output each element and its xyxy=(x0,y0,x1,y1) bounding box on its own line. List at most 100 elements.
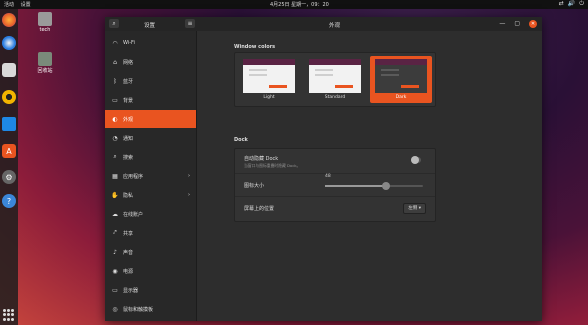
position-label: 屏幕上的位置 xyxy=(244,206,275,212)
show-applications-icon[interactable] xyxy=(3,309,15,321)
sidebar-item[interactable]: ᛒ 蓝牙 xyxy=(105,72,196,90)
system-tray[interactable]: ⇄ 🔊 ⏻ xyxy=(559,0,584,8)
help-icon[interactable]: ? xyxy=(2,194,16,208)
settings-icon[interactable]: ⚙ xyxy=(2,170,16,184)
clock[interactable]: 4月25日 星期一，09：20 xyxy=(270,1,329,8)
trash-icon xyxy=(38,52,52,66)
theme-preview xyxy=(375,59,427,93)
sidebar-item-label: 应用程序 xyxy=(123,173,144,180)
sidebar-item[interactable]: ▭ 背景 xyxy=(105,91,196,109)
mouse-icon: ◎ xyxy=(112,305,118,313)
desktop-icon-label: 回收站 xyxy=(37,68,53,74)
theme-label: Standard xyxy=(324,95,346,100)
sidebar-item-label: 通知 xyxy=(123,135,134,142)
preview-button xyxy=(401,85,419,88)
sound-icon: ♪ xyxy=(113,248,117,256)
sidebar-item[interactable]: ⌕ 搜索 xyxy=(105,148,196,166)
firefox-icon[interactable] xyxy=(2,13,16,27)
sidebar-item[interactable]: ◉ 电源 xyxy=(105,262,196,280)
dock-settings: 自动隐藏 Dock 当窗口与图标重叠时隐藏 Dock。 图标大小 48 屏幕上的… xyxy=(234,148,436,222)
sidebar-item[interactable]: ◔ 通知 xyxy=(105,129,196,147)
sidebar-item-label: 外观 xyxy=(123,116,134,123)
apps-icon: ▦ xyxy=(112,172,118,180)
sidebar-item[interactable]: ✋ 隐私 › xyxy=(105,186,196,204)
activities-button[interactable]: 活动 设置 xyxy=(4,1,31,8)
hamburger-icon: ≡ xyxy=(187,20,193,27)
theme-label: Light xyxy=(263,95,275,100)
home-folder-icon xyxy=(38,12,52,26)
search-icon: ⌕ xyxy=(113,153,117,160)
preview-line xyxy=(315,69,333,71)
appearance-panel: Window colors Light Standard Dark Dock 自动隐… xyxy=(197,31,542,321)
network-icon: ⌂ xyxy=(113,58,117,66)
sidebar-item-label: 鼠标和触摸板 xyxy=(123,306,154,313)
settings-window: ⌕ 设置 ≡ 外观 — ▢ ✕ ◠ Wi-Fi ⌂ 网络 ᛒ 蓝牙 ▭ 背景 ◐ 外观 ◔ 通知 ⌕ 搜索… xyxy=(105,17,542,321)
menu-button[interactable]: ≡ xyxy=(185,19,195,28)
display-icon: ▭ xyxy=(112,286,118,294)
sidebar-item[interactable]: ⌂ 网络 xyxy=(105,53,196,71)
minimize-button[interactable]: — xyxy=(499,20,505,28)
sidebar-item[interactable]: ▭ 显示器 xyxy=(105,281,196,299)
search-button[interactable]: ⌕ xyxy=(109,19,119,28)
sidebar-item[interactable]: ▦ 应用程序 › xyxy=(105,167,196,185)
cloud-icon: ☁ xyxy=(112,210,118,218)
slider-handle[interactable] xyxy=(381,182,390,190)
maximize-button[interactable]: ▢ xyxy=(514,20,520,28)
preview-body xyxy=(243,65,295,93)
top-bar: 活动 设置 4月25日 星期一，09：20 ⇄ 🔊 ⏻ xyxy=(0,0,588,9)
desktop-icon-trash[interactable]: 回收站 xyxy=(30,52,60,74)
software-icon[interactable]: A xyxy=(2,144,16,158)
dock: A ⚙ ? xyxy=(0,9,18,325)
volume-icon: 🔊 xyxy=(567,0,576,7)
window-colors-title: Window colors xyxy=(234,44,276,50)
desktop-icon-label: tech xyxy=(39,27,51,33)
chevron-right-icon: › xyxy=(188,192,190,198)
network-icon: ⇄ xyxy=(558,0,564,7)
preview-line xyxy=(249,69,267,71)
files-icon[interactable] xyxy=(2,63,16,77)
close-button[interactable]: ✕ xyxy=(529,20,537,28)
sidebar-item[interactable]: ◐ 外观 xyxy=(105,110,196,128)
position-row: 屏幕上的位置 左侧 ▾ xyxy=(235,196,435,220)
theme-option[interactable]: Dark xyxy=(370,56,432,103)
sidebar-item-label: 背景 xyxy=(123,97,134,104)
sidebar-item[interactable]: ⤤ 共享 xyxy=(105,224,196,242)
appearance-icon: ◐ xyxy=(112,115,118,123)
sidebar-item[interactable]: ◎ 鼠标和触摸板 xyxy=(105,300,196,318)
sidebar-item-label: 搜索 xyxy=(123,154,134,161)
sidebar-item[interactable]: ☁ 在线账户 xyxy=(105,205,196,223)
autohide-switch[interactable] xyxy=(411,156,421,164)
activities-label: 活动 xyxy=(4,2,15,8)
theme-label: Dark xyxy=(395,95,407,100)
icon-size-slider[interactable] xyxy=(325,182,423,190)
sidebar-item[interactable]: ♪ 声音 xyxy=(105,243,196,261)
sidebar-item-label: 显示器 xyxy=(123,287,139,294)
sidebar-item-label: Wi-Fi xyxy=(123,40,135,46)
power-icon: ◉ xyxy=(112,267,118,275)
window-controls: — ▢ ✕ xyxy=(499,20,537,28)
autohide-row[interactable]: 自动隐藏 Dock 当窗口与图标重叠时隐藏 Dock。 xyxy=(235,149,435,174)
sidebar-item-label: 声音 xyxy=(123,249,134,256)
sidebar-item-label: 在线账户 xyxy=(123,211,144,218)
icon-size-row: 图标大小 48 xyxy=(235,173,435,197)
thunderbird-icon[interactable] xyxy=(2,36,16,50)
desktop-icon-home[interactable]: tech xyxy=(30,12,60,33)
theme-selector: Light Standard Dark xyxy=(234,52,436,107)
theme-preview xyxy=(243,59,295,93)
preview-line xyxy=(381,74,399,76)
sidebar-item[interactable]: ◠ Wi-Fi xyxy=(105,34,196,52)
current-app-label: 设置 xyxy=(20,2,31,8)
position-dropdown[interactable]: 左侧 ▾ xyxy=(403,203,426,214)
autohide-description: 当窗口与图标重叠时隐藏 Dock。 xyxy=(244,163,301,168)
wifi-icon: ◠ xyxy=(112,39,118,47)
rhythmbox-icon[interactable] xyxy=(2,90,16,104)
sidebar-item-label: 共享 xyxy=(123,230,134,237)
sidebar-item-label: 电源 xyxy=(123,268,134,275)
search-icon: ⌕ xyxy=(112,20,116,27)
settings-sidebar: ◠ Wi-Fi ⌂ 网络 ᛒ 蓝牙 ▭ 背景 ◐ 外观 ◔ 通知 ⌕ 搜索 ▦ 应用程序 › ✋ 隐私 › ☁ 在线账户 ⤤… xyxy=(105,31,197,321)
share-icon: ⤤ xyxy=(113,229,117,236)
theme-option[interactable]: Standard xyxy=(304,56,366,103)
writer-icon[interactable] xyxy=(2,117,16,131)
preview-line xyxy=(315,74,333,76)
theme-option[interactable]: Light xyxy=(238,56,300,103)
